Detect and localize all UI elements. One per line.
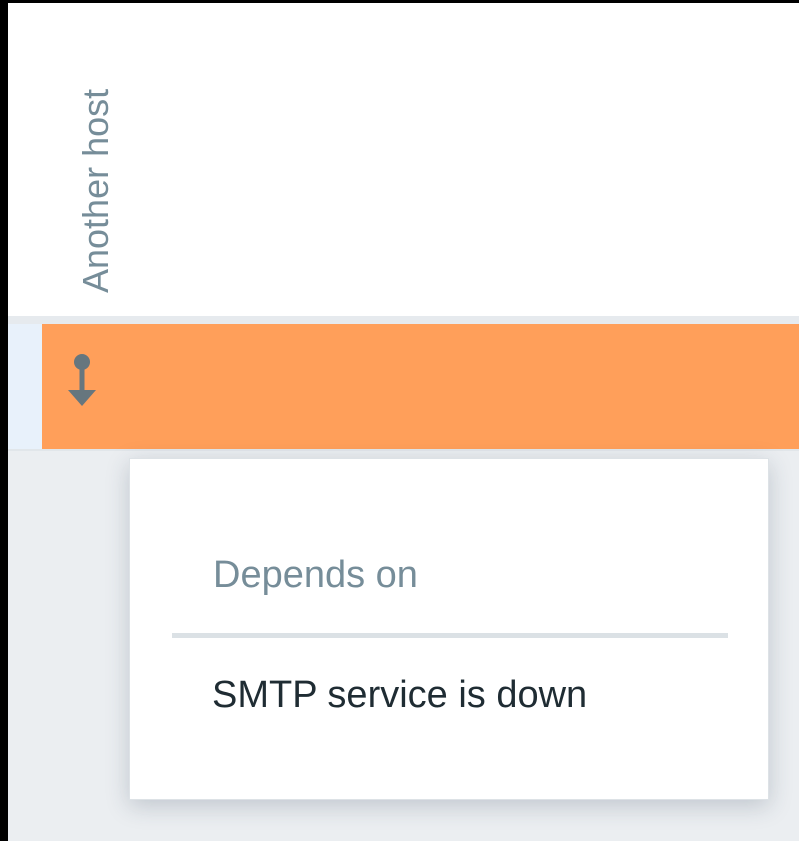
problem-row <box>8 324 799 451</box>
problem-severity-cell[interactable] <box>42 324 799 449</box>
host-column-label: Another host <box>75 88 116 293</box>
row-divider <box>8 316 799 324</box>
popup-divider <box>172 633 728 638</box>
dependency-popup: Depends on SMTP service is down <box>129 458 769 800</box>
host-column-header: Another host <box>8 3 799 316</box>
row-left-gutter <box>8 324 42 449</box>
dependency-arrow-down-icon[interactable] <box>64 352 100 412</box>
popup-title: Depends on <box>213 554 418 596</box>
dependency-item-link[interactable]: SMTP service is down <box>212 674 587 717</box>
problems-grid: Another host Depends on SMTP service is … <box>0 0 799 841</box>
